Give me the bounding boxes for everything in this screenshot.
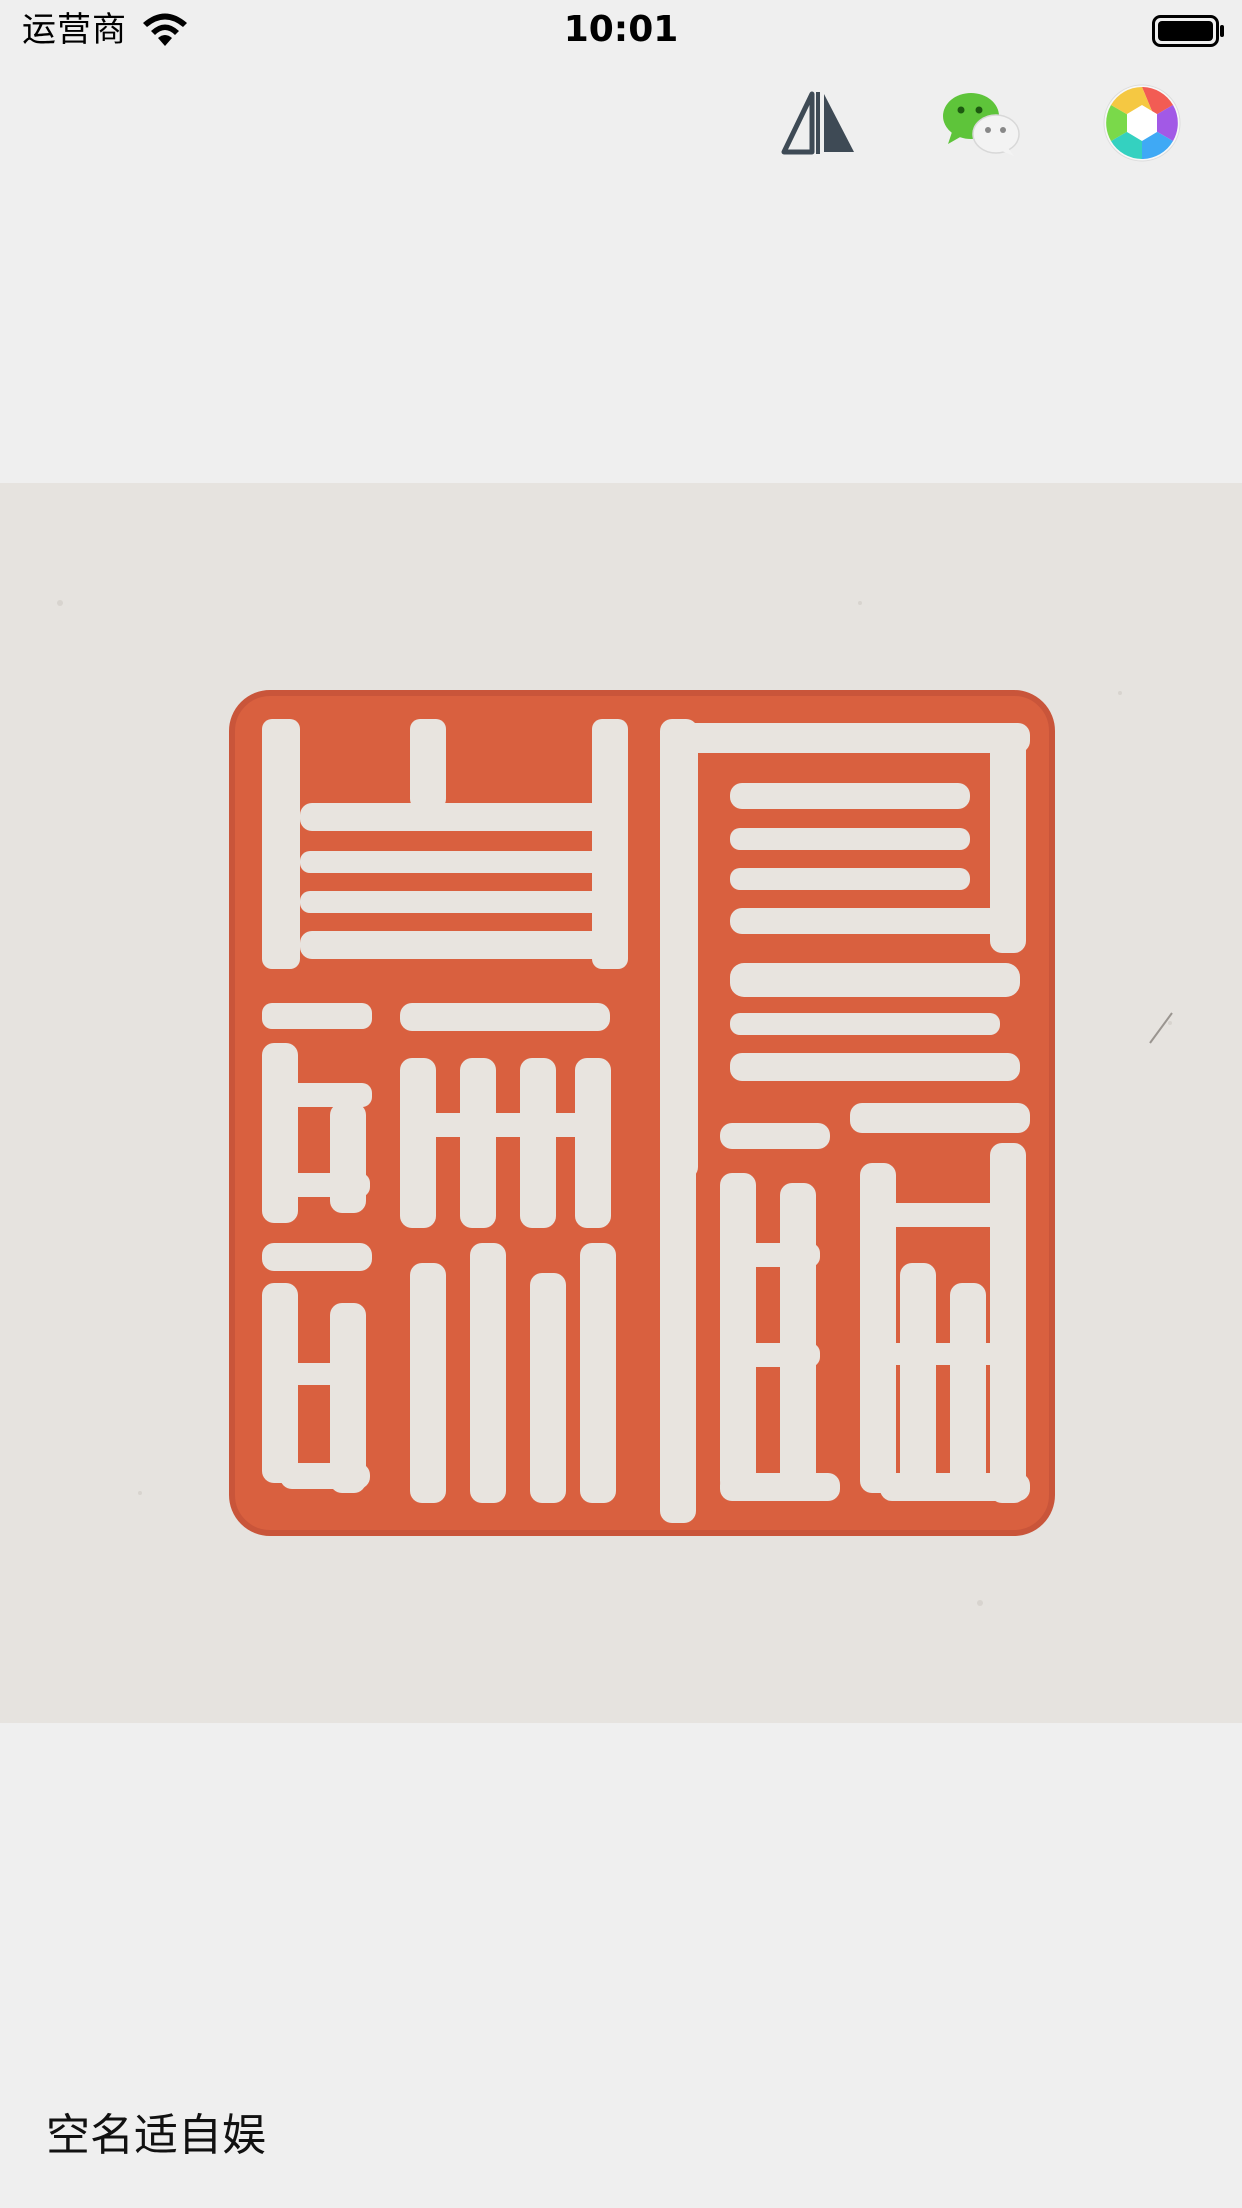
seal-photo	[0, 483, 1242, 1723]
battery-icon	[1152, 15, 1224, 47]
seal-image	[0, 483, 1242, 1723]
status-bar: 运营商 10:01	[0, 0, 1242, 60]
mirror-flip-icon	[781, 91, 854, 155]
aperture-photos-icon	[1103, 84, 1181, 162]
toolbar	[0, 78, 1242, 168]
caption-text: 空名适自娱	[46, 2110, 266, 2161]
screen: 运营商 10:01 空名适自娱	[0, 0, 1242, 2208]
wechat-icon	[943, 93, 1020, 156]
status-time: 10:01	[563, 9, 679, 50]
mirror-flip-button[interactable]	[773, 78, 863, 168]
wechat-share-button[interactable]	[935, 78, 1025, 168]
photos-button[interactable]	[1097, 78, 1187, 168]
